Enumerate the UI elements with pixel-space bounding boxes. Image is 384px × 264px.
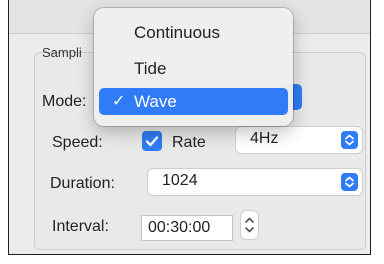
rate-checkbox[interactable] <box>142 131 162 151</box>
duration-popup-button[interactable]: 1024 <box>148 169 362 195</box>
menu-item-wave[interactable]: ✓ Wave <box>99 88 288 115</box>
duration-value: 1024 <box>162 172 198 189</box>
interval-field[interactable]: 00:30:00 <box>142 216 232 240</box>
menu-item-tide[interactable]: Tide <box>99 55 288 82</box>
rate-value: 4Hz <box>250 130 279 147</box>
sampling-group-label: Sampli <box>42 45 82 60</box>
interval-value: 00:30:00 <box>148 219 211 236</box>
chevron-updown-icon <box>245 217 254 233</box>
checkmark-icon: ✓ <box>112 93 126 110</box>
rate-checkbox-label: Rate <box>172 134 206 151</box>
menu-item-label: Tide <box>134 59 167 78</box>
chevron-updown-icon <box>341 131 358 149</box>
mode-label: Mode: <box>42 93 87 110</box>
menu-item-continuous[interactable]: Continuous <box>99 19 288 46</box>
mode-dropdown-menu: Continuous Tide ✓ Wave <box>94 8 293 126</box>
chevron-updown-icon <box>341 173 358 191</box>
duration-label: Duration: <box>50 175 115 192</box>
menu-item-label: Continuous <box>134 23 221 42</box>
rate-popup-button[interactable]: 4Hz <box>236 127 362 153</box>
speed-label: Speed: <box>52 134 103 151</box>
menu-item-label: Wave <box>134 92 177 111</box>
interval-stepper[interactable] <box>241 211 258 239</box>
checkmark-icon <box>145 136 159 147</box>
interval-label: Interval: <box>52 218 109 235</box>
